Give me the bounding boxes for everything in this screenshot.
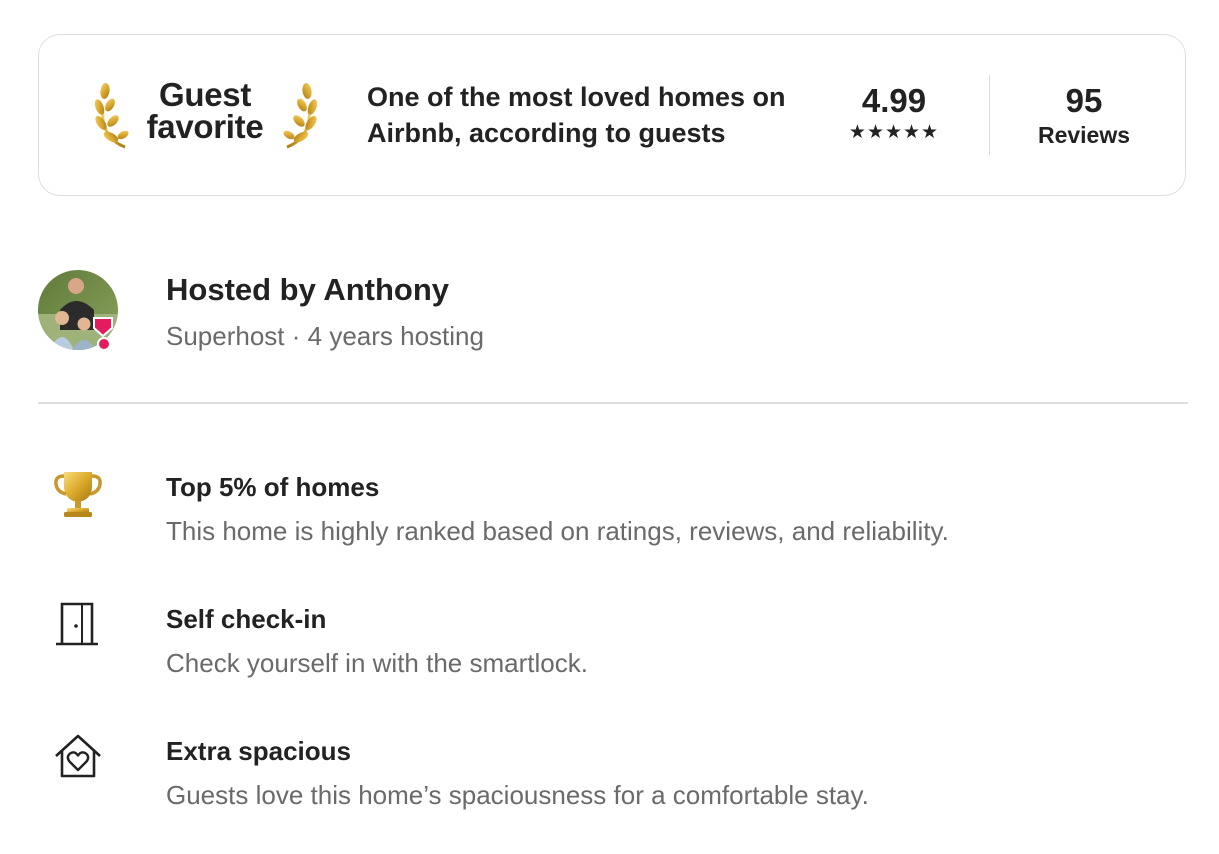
highlight-subtitle: Guests love this home’s spaciousness for… [166, 780, 869, 810]
reviews-count: 95 [1065, 82, 1103, 119]
rating-value: 4.99 [861, 82, 927, 119]
trophy-icon [54, 472, 102, 517]
section-divider [38, 402, 1188, 404]
listing-highlights-section: Guest favorite One of the most loved hom… [0, 0, 1219, 854]
house-heart-icon [55, 734, 101, 778]
rating-divider [989, 75, 990, 155]
highlight-item: Extra spacious Guests love this home’s s… [38, 734, 1188, 824]
guest-favorite-description-line1: One of the most loved homes on [367, 82, 786, 112]
highlight-subtitle: This home is highly ranked based on rati… [166, 516, 949, 546]
guest-favorite-description: One of the most loved homes on Airbnb, a… [367, 79, 827, 151]
avatar[interactable] [38, 270, 118, 350]
highlight-title: Extra spacious [166, 736, 351, 766]
laurel-right-icon [283, 83, 317, 149]
guest-favorite-label: Guest favorite [135, 76, 275, 145]
highlight-title: Top 5% of homes [166, 472, 380, 502]
reviews-summary[interactable]: 95 Reviews [1019, 81, 1149, 149]
guest-favorite-label-line2: favorite [146, 108, 264, 145]
guest-favorite-label-line1: Guest [158, 76, 252, 113]
highlight-title: Self check-in [166, 604, 327, 634]
laurel-left-icon [95, 83, 129, 149]
highlight-item: Top 5% of homes This home is highly rank… [38, 470, 1188, 560]
door-icon [56, 602, 98, 646]
guest-favorite-card[interactable]: Guest favorite One of the most loved hom… [38, 34, 1186, 196]
guest-favorite-description-line2: Airbnb, according to guests [367, 118, 726, 148]
rating-summary: 4.99 ★★★★★ [829, 81, 959, 143]
host-meta: Superhost · 4 years hosting [166, 321, 484, 351]
host-name[interactable]: Hosted by Anthony [166, 270, 449, 310]
highlight-item: Self check-in Check yourself in with the… [38, 602, 1188, 692]
rating-stars-icon: ★★★★★ [848, 122, 940, 143]
reviews-label: Reviews [1037, 122, 1131, 148]
highlight-subtitle: Check yourself in with the smartlock. [166, 648, 588, 678]
